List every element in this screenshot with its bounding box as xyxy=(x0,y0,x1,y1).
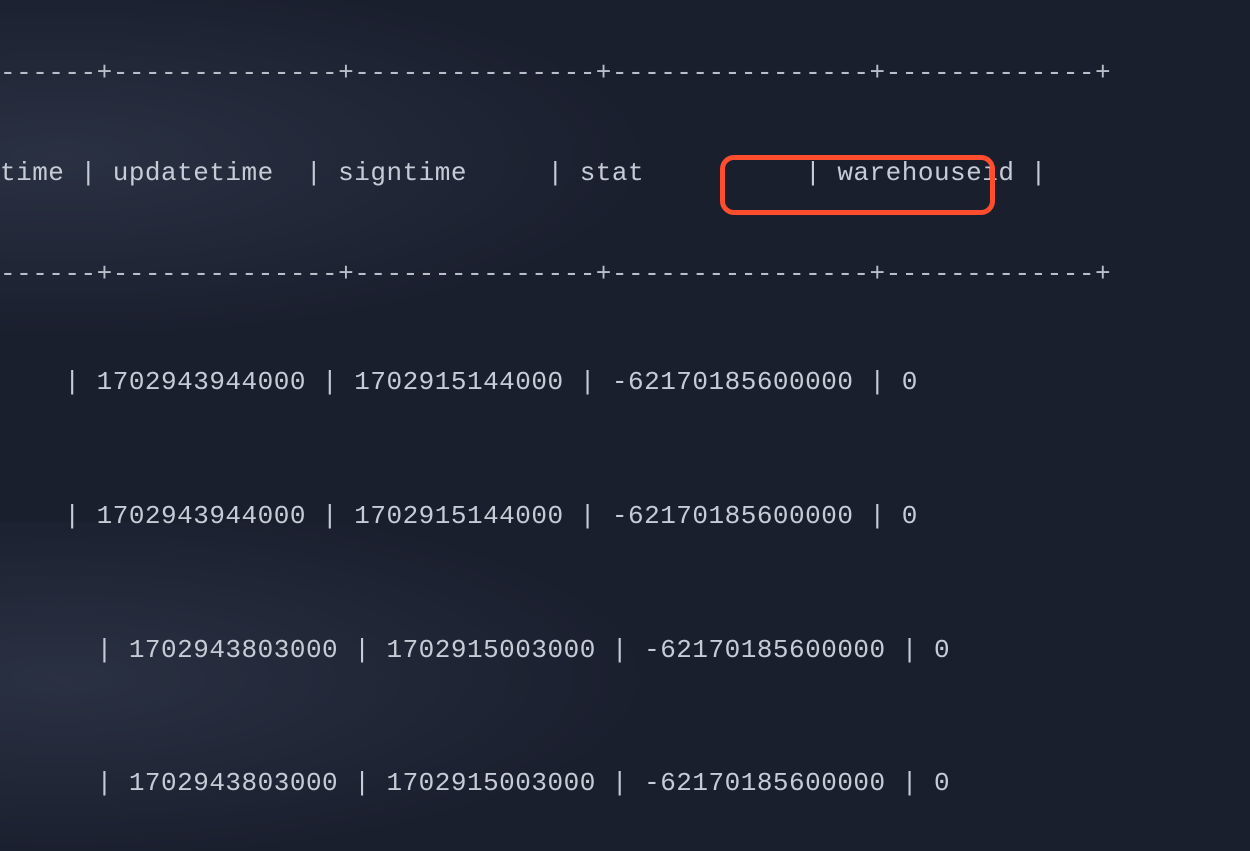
table-row: | 1702943944000 | 1702915144000 | -62170… xyxy=(0,342,1250,424)
table-row: | 1702943803000 | 1702915003000 | -62170… xyxy=(0,743,1250,825)
table-divider-top: ------+--------------+---------------+--… xyxy=(0,58,1250,89)
table-header-row: time | updatetime | signtime | stat | wa… xyxy=(0,141,1250,206)
table-divider-mid: ------+--------------+---------------+--… xyxy=(0,259,1250,290)
table-row: | 1702943803000 | 1702915003000 | -62170… xyxy=(0,610,1250,692)
terminal-output: ------+--------------+---------------+--… xyxy=(0,0,1250,851)
table-row: | 1702943944000 | 1702915144000 | -62170… xyxy=(0,476,1250,558)
